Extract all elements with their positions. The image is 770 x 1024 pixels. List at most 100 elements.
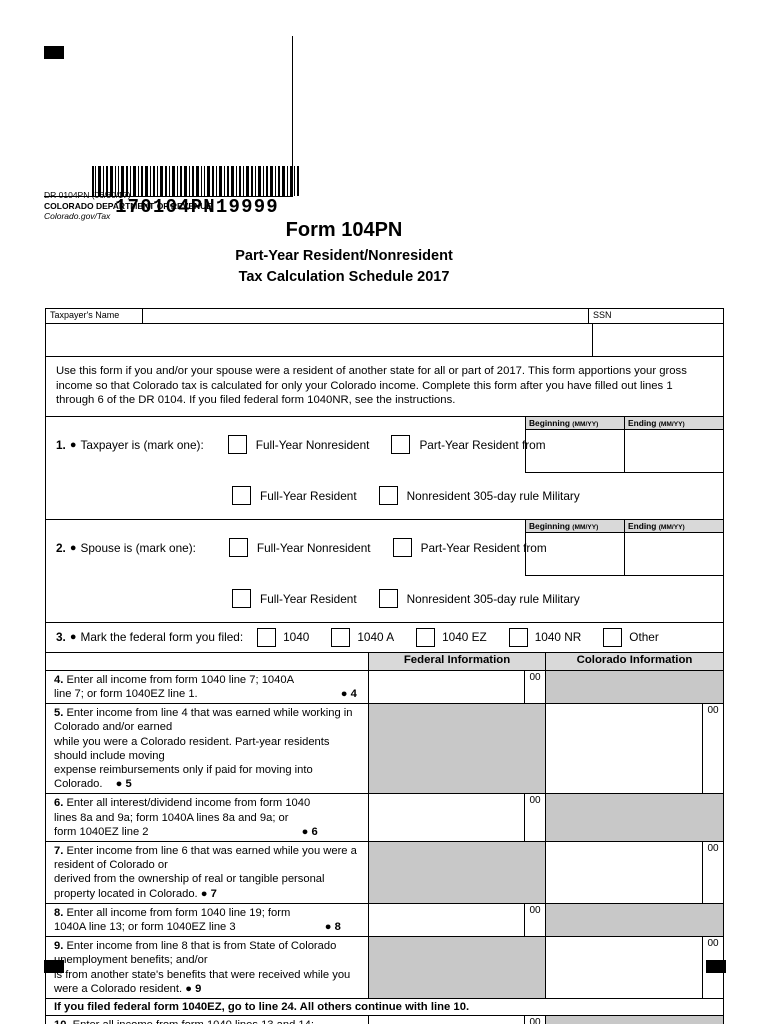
line-7-federal-cell [369, 842, 546, 903]
line-7-description: 7. Enter income from line 6 that was ear… [46, 842, 369, 903]
line-5-endmark: ● 5 [115, 778, 132, 791]
question-3-block: 3. ● Mark the federal form you filed: 10… [46, 623, 723, 653]
line-4-colorado-cell [546, 670, 723, 704]
line-9-colorado-cell: 00 [546, 937, 723, 999]
line-9-federal-blocked [369, 937, 545, 999]
taxpayer-name-header-spacer [143, 309, 589, 323]
checkbox-icon[interactable] [331, 627, 351, 647]
q1-option-full-year-resident[interactable]: Full-Year Resident [232, 486, 357, 506]
line-9-colorado-input[interactable] [546, 937, 702, 999]
q3-option-0-label: 1040 [283, 630, 310, 645]
line-7-endmark: ● 7 [200, 887, 217, 900]
cents-label: 00 [524, 670, 545, 704]
checkbox-icon[interactable] [603, 627, 623, 647]
q3-option-1040ez[interactable]: 1040 EZ [416, 627, 487, 647]
line-9-federal-cell [369, 937, 546, 999]
q1-option-part-year-resident[interactable]: Part-Year Resident from [391, 435, 546, 455]
line-9-text-0: Enter income from line 8 that is from St… [54, 940, 337, 967]
checkbox-icon[interactable] [378, 486, 398, 506]
line-5-federal-cell [369, 704, 546, 794]
table-row: 6. Enter all interest/dividend income fr… [46, 794, 723, 843]
q2-option-full-year-resident[interactable]: Full-Year Resident [232, 589, 357, 609]
q3-option-4-label: Other [629, 630, 659, 645]
q1-ending-input[interactable] [625, 430, 723, 473]
form-revision: DR 0104PN (06/30/17) [44, 190, 131, 200]
line-8-endmark: ● 8 [324, 921, 341, 934]
q1-beginning-input[interactable] [526, 430, 624, 473]
line-7-federal-blocked [369, 842, 545, 903]
line-5-text-1: while you were a Colorado resident. Part… [54, 735, 330, 762]
line-8-federal-input[interactable] [369, 903, 524, 937]
page-subtitle-line2: Tax Calculation Schedule 2017 [238, 269, 450, 285]
line-10-federal-input[interactable] [369, 1016, 524, 1024]
q1-beginning-col: Beginning (MM/YY) [525, 416, 624, 473]
q2-beginning-label: Beginning (MM/YY) [526, 519, 624, 533]
line-7-colorado-cell: 00 [546, 842, 723, 903]
question-3-text: Mark the federal form you filed: [80, 630, 244, 645]
cents-label: 00 [524, 794, 545, 842]
line-8-text-1: 1040A line 13; or form 1040EZ line 3 [54, 921, 236, 934]
q2-beginning-input[interactable] [526, 533, 624, 576]
ssn-label: SSN [593, 310, 612, 320]
line-6-colorado-cell [546, 794, 723, 842]
line-6-endmark: ● 6 [301, 825, 318, 838]
checkbox-icon[interactable] [391, 435, 411, 455]
q3-option-1040[interactable]: 1040 [257, 627, 310, 647]
q1-option-military[interactable]: Nonresident 305-day rule Military [378, 486, 580, 506]
ssn-input[interactable] [593, 324, 723, 356]
q3-option-1040nr[interactable]: 1040 NR [508, 627, 581, 647]
q2-option-2-label: Full-Year Resident [260, 591, 357, 606]
checkbox-icon[interactable] [257, 627, 277, 647]
line-4-federal-cell: 00 [369, 670, 546, 704]
line-5-colorado-input[interactable] [546, 704, 702, 794]
line-5-colorado-cell: 00 [546, 704, 723, 794]
checkbox-icon[interactable] [228, 538, 248, 558]
table-row: 10. Enter all income from form 1040 line… [46, 1016, 723, 1024]
q2-option-3-label: Nonresident 305-day rule Military [406, 591, 580, 606]
line-10-colorado-cell [546, 1016, 723, 1024]
income-table-header: Federal Information Colorado Information [46, 652, 723, 671]
checkbox-icon[interactable] [508, 627, 528, 647]
checkbox-icon[interactable] [227, 435, 247, 455]
form-page: 170104PN19999 DR 0104PN (06/30/17) COLOR… [0, 0, 770, 1024]
checkbox-icon[interactable] [232, 486, 251, 506]
q1-option-2-label: Full-Year Resident [260, 488, 357, 503]
colorado-information-header: Colorado Information [576, 653, 693, 666]
intro-text: Use this form if you and/or your spouse … [46, 357, 723, 417]
checkbox-icon[interactable] [416, 627, 436, 647]
line-9-text-1: is from another state's benefits that we… [54, 968, 351, 995]
checkbox-icon[interactable] [392, 538, 412, 558]
line-7-number: 7. [54, 845, 64, 858]
line-7-colorado-input[interactable] [546, 842, 702, 903]
taxpayer-name-input[interactable] [46, 324, 593, 356]
q2-beginning-col: Beginning (MM/YY) [525, 519, 624, 576]
checkbox-icon[interactable] [232, 589, 251, 609]
q2-option-full-year-nonresident[interactable]: Full-Year Nonresident [228, 538, 371, 558]
line-4-description: 4. Enter all income from form 1040 line … [46, 670, 369, 704]
q1-option-full-year-nonresident[interactable]: Full-Year Nonresident [227, 435, 369, 455]
q3-option-1040a[interactable]: 1040 A [331, 627, 394, 647]
q1-beginning-label: Beginning (MM/YY) [526, 416, 624, 430]
line-8-federal-cell: 00 [369, 903, 546, 937]
line-6-description: 6. Enter all interest/dividend income fr… [46, 794, 369, 842]
line-5-description: 5. Enter income from line 4 that was ear… [46, 704, 369, 794]
line-5-federal-blocked [369, 704, 545, 794]
q2-option-military[interactable]: Nonresident 305-day rule Military [378, 589, 580, 609]
q3-option-other[interactable]: Other [603, 627, 659, 647]
line-4-federal-input[interactable] [369, 670, 524, 704]
q2-option-part-year-resident[interactable]: Part-Year Resident from [392, 538, 547, 558]
checkbox-icon[interactable] [378, 589, 398, 609]
question-2-block: Beginning (MM/YY) Ending (MM/YY) 2. ● Sp… [46, 519, 723, 623]
bullet-icon: ● [69, 541, 77, 554]
line-4-colorado-blocked [546, 670, 723, 704]
line-6-federal-input[interactable] [369, 794, 524, 842]
bullet-icon: ● [69, 631, 77, 644]
table-row: 5. Enter income from line 4 that was ear… [46, 704, 723, 795]
line-4-text-0: Enter all income from form 1040 line 7; … [66, 673, 295, 686]
line-6-text-1: lines 8a and 9a; form 1040A lines 8a and… [54, 811, 289, 824]
page-subtitle-line1: Part-Year Resident/Nonresident [235, 248, 453, 264]
q2-ending-input[interactable] [625, 533, 723, 576]
q2-ending-label: Ending (MM/YY) [625, 519, 723, 533]
question-1-block: Beginning (MM/YY) Ending (MM/YY) 1. ● Ta… [46, 416, 723, 520]
q1-ending-col: Ending (MM/YY) [624, 416, 723, 473]
